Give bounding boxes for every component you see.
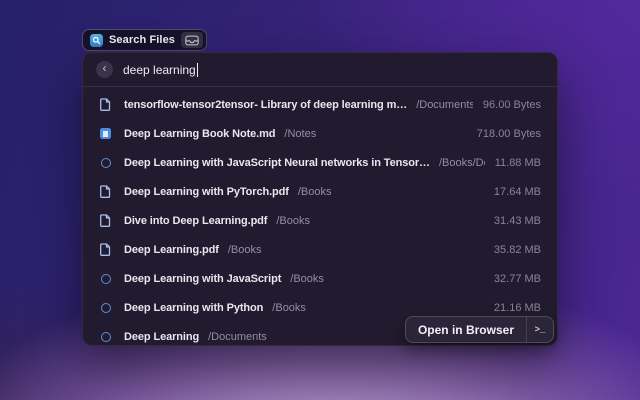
search-files-label: Search Files [109, 34, 175, 46]
document-file-icon [99, 214, 112, 227]
back-button[interactable]: ‹ [96, 61, 113, 78]
file-path: /Documents/Graduate S… [416, 99, 473, 111]
file-size: 31.43 MB [484, 215, 541, 227]
file-path: /Books [298, 186, 332, 198]
search-files-pill[interactable]: Search Files [82, 29, 207, 51]
file-size: 17.64 MB [484, 186, 541, 198]
file-size: 32.77 MB [484, 273, 541, 285]
terminal-key-icon: >_ [526, 317, 553, 342]
file-size: 21.16 MB [484, 302, 541, 314]
file-tray-icon[interactable] [181, 32, 203, 48]
file-path: /Books [272, 302, 306, 314]
document-file-icon [99, 243, 112, 256]
open-in-browser-label: Open in Browser [406, 323, 526, 337]
file-path: /Notes [284, 128, 316, 140]
markdown-file-icon [99, 128, 112, 139]
circle-file-icon [99, 158, 112, 168]
file-path: /Documents [208, 331, 267, 343]
search-files-panel: ‹ deep learning tensorflow-tensor2tensor… [82, 52, 558, 346]
file-size: 96.00 Bytes [473, 99, 541, 111]
file-result-row[interactable]: tensorflow-tensor2tensor- Library of dee… [83, 90, 557, 119]
file-path: /Books/Deep Learning wi… [439, 157, 485, 169]
file-name: Deep Learning [124, 331, 199, 343]
circle-file-icon [99, 332, 112, 342]
file-name: Dive into Deep Learning.pdf [124, 215, 267, 227]
file-path: /Books [228, 244, 262, 256]
desktop-background: Search Files ‹ deep learning tensorflow-… [0, 0, 640, 400]
circle-file-icon [99, 303, 112, 313]
file-name: tensorflow-tensor2tensor- Library of dee… [124, 99, 407, 111]
file-name: Deep Learning with PyTorch.pdf [124, 186, 289, 198]
file-result-row[interactable]: Dive into Deep Learning.pdf /Books 31.43… [83, 206, 557, 235]
file-size: 718.00 Bytes [467, 128, 541, 140]
file-name: Deep Learning with JavaScript Neural net… [124, 157, 430, 169]
search-files-app-icon [90, 34, 103, 47]
chevron-left-icon: ‹ [103, 61, 107, 76]
file-name: Deep Learning.pdf [124, 244, 219, 256]
file-result-row[interactable]: Deep Learning with JavaScript Neural net… [83, 148, 557, 177]
file-name: Deep Learning with Python [124, 302, 263, 314]
results-list: tensorflow-tensor2tensor- Library of dee… [83, 87, 557, 355]
search-bar: ‹ deep learning [83, 53, 557, 86]
open-in-browser-tooltip[interactable]: Open in Browser >_ [405, 316, 554, 343]
file-path: /Books [276, 215, 310, 227]
text-caret [197, 63, 199, 77]
document-file-icon [99, 185, 112, 198]
file-name: Deep Learning with JavaScript [124, 273, 281, 285]
file-result-row[interactable]: Deep Learning with JavaScript /Books 32.… [83, 264, 557, 293]
file-path: /Books [290, 273, 324, 285]
circle-file-icon [99, 274, 112, 284]
file-size: 11.88 MB [485, 157, 541, 169]
file-result-row[interactable]: Deep Learning with PyTorch.pdf /Books 17… [83, 177, 557, 206]
file-name: Deep Learning Book Note.md [124, 128, 275, 140]
file-size: 35.82 MB [484, 244, 541, 256]
document-file-icon [99, 98, 112, 111]
file-result-row[interactable]: Deep Learning Book Note.md /Notes 718.00… [83, 119, 557, 148]
search-input[interactable]: deep learning [123, 63, 196, 77]
file-result-row[interactable]: Deep Learning.pdf /Books 35.82 MB [83, 235, 557, 264]
